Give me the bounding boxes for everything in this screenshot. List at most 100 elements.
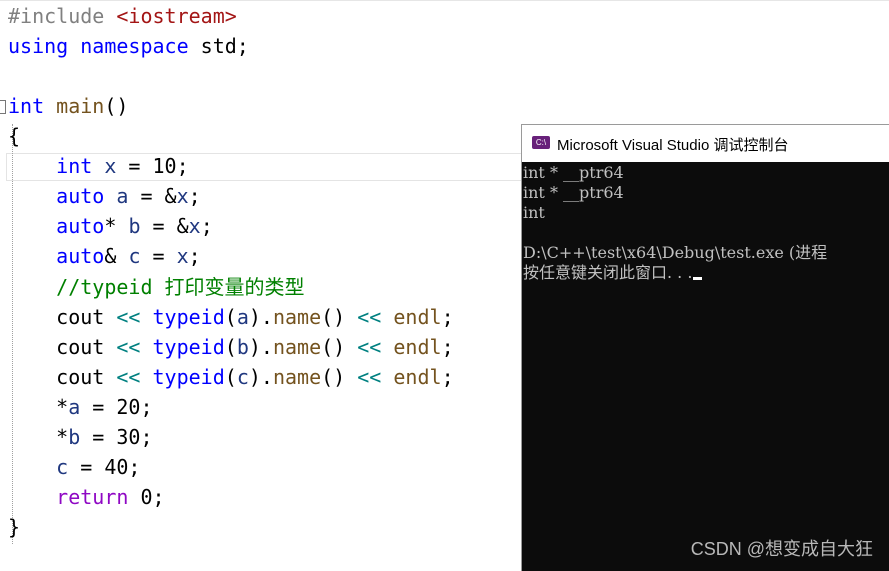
- code-line[interactable]: //typeid 打印变量的类型: [8, 272, 305, 302]
- code-token: *: [104, 214, 129, 238]
- code-token: #include: [8, 4, 117, 28]
- code-line[interactable]: return 0;: [8, 482, 165, 512]
- code-line[interactable]: *a = 20;: [8, 392, 153, 422]
- code-token: = 20;: [80, 395, 153, 419]
- code-token: ).: [248, 335, 273, 359]
- console-prompt-line: 按任意键关闭此窗口. . .: [523, 263, 703, 283]
- code-token: }: [8, 515, 21, 539]
- code-line[interactable]: {: [8, 121, 20, 151]
- code-token: c: [128, 244, 141, 268]
- code-line[interactable]: *b = 30;: [8, 422, 152, 452]
- code-token: ).: [248, 365, 273, 389]
- code-token: = &: [128, 184, 177, 208]
- code-token: x: [176, 244, 189, 268]
- code-line[interactable]: c = 40;: [8, 452, 140, 482]
- code-token: a: [116, 184, 129, 208]
- collapse-icon[interactable]: [0, 100, 6, 114]
- code-token: x: [104, 154, 117, 178]
- watermark: CSDN @想变成自大狂: [690, 539, 873, 559]
- code-token: &: [104, 244, 129, 268]
- code-token: using: [8, 34, 69, 58]
- code-token: auto: [56, 214, 105, 238]
- code-token: x: [188, 214, 201, 238]
- code-line[interactable]: using namespace std;: [8, 31, 249, 61]
- code-token: = 40;: [68, 455, 141, 479]
- code-token: main: [56, 94, 105, 118]
- code-token: {: [8, 124, 21, 148]
- code-token: endl: [393, 365, 442, 389]
- code-token: ;: [441, 305, 454, 329]
- code-line[interactable]: cout << typeid(c).name() << endl;: [8, 362, 454, 392]
- code-token: = &: [140, 214, 189, 238]
- code-token: (): [321, 365, 358, 389]
- debug-console-window[interactable]: C:\ Microsoft Visual Studio 调试控制台 int * …: [521, 124, 889, 571]
- code-token: return: [56, 485, 129, 509]
- console-output[interactable]: int * __ptr64 int * __ptr64 int D:\C++\t…: [523, 163, 889, 571]
- code-token: namespace: [80, 34, 189, 58]
- code-token: (): [321, 335, 358, 359]
- code-token: *: [8, 425, 69, 449]
- code-token: cout: [8, 335, 117, 359]
- code-token: <<: [116, 365, 141, 389]
- code-token: <<: [357, 365, 382, 389]
- code-line[interactable]: }: [8, 512, 20, 542]
- code-token: endl: [393, 305, 442, 329]
- text-cursor: [693, 277, 703, 280]
- code-token: auto: [56, 244, 105, 268]
- console-prompt-text: 按任意键关闭此窗口. . .: [523, 263, 693, 282]
- code-token: (): [104, 94, 129, 118]
- code-token: ;: [441, 365, 454, 389]
- code-token: //typeid 打印变量的类型: [56, 275, 305, 299]
- code-token: (: [224, 305, 237, 329]
- code-token: typeid: [152, 365, 225, 389]
- code-token: typeid: [152, 305, 225, 329]
- code-line[interactable]: auto& c = x;: [8, 241, 201, 271]
- code-line[interactable]: cout << typeid(a).name() << endl;: [8, 302, 454, 332]
- code-token: c: [56, 455, 69, 479]
- code-line[interactable]: auto a = &x;: [8, 181, 201, 211]
- code-token: <<: [357, 335, 382, 359]
- code-token: 0;: [128, 485, 165, 509]
- code-line[interactable]: auto* b = &x;: [8, 211, 213, 241]
- code-token: *: [8, 395, 69, 419]
- code-token: (): [321, 305, 358, 329]
- code-token: <<: [116, 335, 141, 359]
- code-token: (: [224, 365, 237, 389]
- code-token: b: [236, 335, 249, 359]
- console-line: int * __ptr64: [523, 163, 624, 182]
- code-token: cout: [8, 365, 117, 389]
- code-token: (: [224, 335, 237, 359]
- code-token: cout: [8, 305, 117, 329]
- code-token: ;: [188, 184, 201, 208]
- code-token: c: [236, 365, 249, 389]
- code-line[interactable]: #include <iostream>: [8, 1, 237, 31]
- console-line: int: [523, 203, 545, 222]
- code-line[interactable]: int main(): [8, 91, 128, 121]
- screenshot-root: #include <iostream> using namespace std; i…: [0, 0, 889, 571]
- code-token: =: [140, 244, 177, 268]
- code-token: = 10;: [116, 154, 189, 178]
- code-token: a: [236, 305, 249, 329]
- code-token: b: [68, 425, 81, 449]
- console-titlebar[interactable]: C:\ Microsoft Visual Studio 调试控制台: [522, 124, 889, 162]
- code-line[interactable]: int x = 10;: [8, 151, 189, 181]
- code-token: <<: [357, 305, 382, 329]
- code-token: <<: [116, 305, 141, 329]
- console-line: D:\C++\test\x64\Debug\test.exe (进程: [523, 243, 828, 262]
- code-line[interactable]: cout << typeid(b).name() << endl;: [8, 332, 453, 362]
- code-token: typeid: [152, 335, 225, 359]
